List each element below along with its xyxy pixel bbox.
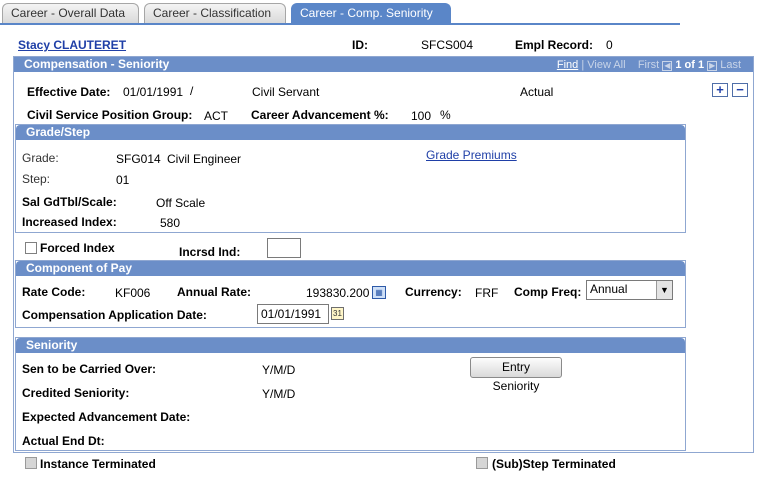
increased-index-label: Increased Index:: [22, 215, 117, 229]
chevron-down-icon[interactable]: ▼: [656, 281, 672, 299]
next-arrow-icon[interactable]: ▶: [707, 61, 718, 71]
substep-terminated-label: (Sub)Step Terminated: [492, 457, 616, 471]
tab-career-comp-seniority[interactable]: Career - Comp. Seniority: [291, 3, 451, 25]
career-advancement-label: Career Advancement %:: [251, 108, 389, 122]
comp-freq-select[interactable]: Annual ▼: [586, 280, 673, 300]
comp-app-date-label: Compensation Application Date:: [22, 308, 207, 322]
rate-code-label: Rate Code:: [22, 285, 86, 299]
prev-arrow-icon[interactable]: ◀: [662, 61, 673, 71]
comp-seniority-title: Compensation - Seniority: [24, 57, 170, 71]
comp-seniority-header: Compensation - Seniority Find | View All…: [14, 57, 753, 72]
actual-value: Actual: [520, 85, 554, 99]
seniority-header: Seniority: [16, 338, 685, 353]
comp-app-date-input[interactable]: 01/01/1991: [257, 304, 329, 324]
credited-seniority-label: Credited Seniority:: [22, 386, 130, 400]
forced-index-checkbox[interactable]: [25, 242, 37, 254]
instance-terminated-checkbox[interactable]: [25, 457, 37, 469]
annual-rate-label: Annual Rate:: [177, 285, 252, 299]
grade-description: Civil Engineer: [167, 152, 242, 166]
sen-carried-value: Y/M/D: [262, 363, 296, 377]
effective-date-label: Effective Date:: [27, 85, 111, 99]
step-label: Step:: [22, 172, 51, 186]
calculator-icon[interactable]: ▦: [372, 286, 386, 299]
view-all-link[interactable]: View All: [587, 59, 625, 71]
component-of-pay-header: Component of Pay: [16, 261, 685, 276]
grade-premiums-link[interactable]: Grade Premiums: [426, 148, 517, 162]
career-advancement-value: 100: [411, 109, 432, 123]
find-link[interactable]: Find: [557, 59, 578, 71]
percent-sign: %: [440, 108, 451, 122]
civil-servant-value: Civil Servant: [252, 85, 320, 99]
id-value: SFCS004: [421, 38, 474, 52]
incrsd-ind-label: Incrsd Ind:: [179, 245, 241, 259]
comp-freq-selected: Annual: [590, 282, 628, 296]
sal-scale-value: Off Scale: [156, 196, 206, 210]
calendar-icon[interactable]: 31: [331, 307, 344, 320]
tab-career-classification[interactable]: Career - Classification: [144, 3, 286, 24]
currency-value: FRF: [475, 286, 499, 300]
credited-seniority-value: Y/M/D: [262, 387, 296, 401]
employee-name-link[interactable]: Stacy CLAUTERET: [18, 38, 126, 52]
last-link[interactable]: Last: [720, 59, 741, 71]
cs-position-group-value: ACT: [204, 109, 228, 123]
effective-separator: /: [190, 84, 194, 98]
add-row-icon[interactable]: +: [712, 83, 728, 97]
grade-step-header: Grade/Step: [16, 125, 685, 140]
empl-record-value: 0: [606, 38, 613, 52]
effective-date-value: 01/01/1991: [123, 85, 184, 99]
step-value: 01: [116, 173, 130, 187]
cs-position-group-label: Civil Service Position Group:: [27, 108, 193, 122]
increased-index-value: 580: [160, 216, 181, 230]
rate-code-value: KF006: [115, 286, 151, 300]
comp-freq-label: Comp Freq:: [514, 285, 582, 299]
actual-end-label: Actual End Dt:: [22, 434, 105, 448]
annual-rate-value: 193830.200: [306, 286, 370, 300]
empl-record-label: Empl Record:: [515, 38, 594, 52]
substep-terminated-checkbox[interactable]: [476, 457, 488, 469]
expected-advancement-label: Expected Advancement Date:: [22, 410, 191, 424]
sen-carried-label: Sen to be Carried Over:: [22, 362, 157, 376]
entry-seniority-button[interactable]: Entry Seniority: [470, 357, 562, 393]
incrsd-ind-input[interactable]: [267, 238, 301, 258]
tab-underline: [0, 23, 680, 25]
tab-career-overall-data[interactable]: Career - Overall Data: [2, 3, 139, 24]
grade-value: SFG014: [116, 152, 161, 166]
instance-terminated-label: Instance Terminated: [40, 457, 156, 471]
record-navigation: Find | View All First ◀ 1 of 1 ▶ Last: [556, 59, 741, 71]
id-label: ID:: [352, 38, 368, 52]
sal-scale-label: Sal GdTbl/Scale:: [22, 195, 117, 209]
grade-label: Grade:: [22, 151, 59, 165]
delete-row-icon[interactable]: −: [732, 83, 748, 97]
forced-index-label: Forced Index: [40, 241, 115, 255]
first-link[interactable]: First: [638, 59, 659, 71]
currency-label: Currency:: [405, 285, 462, 299]
record-position: 1 of 1: [675, 59, 705, 71]
